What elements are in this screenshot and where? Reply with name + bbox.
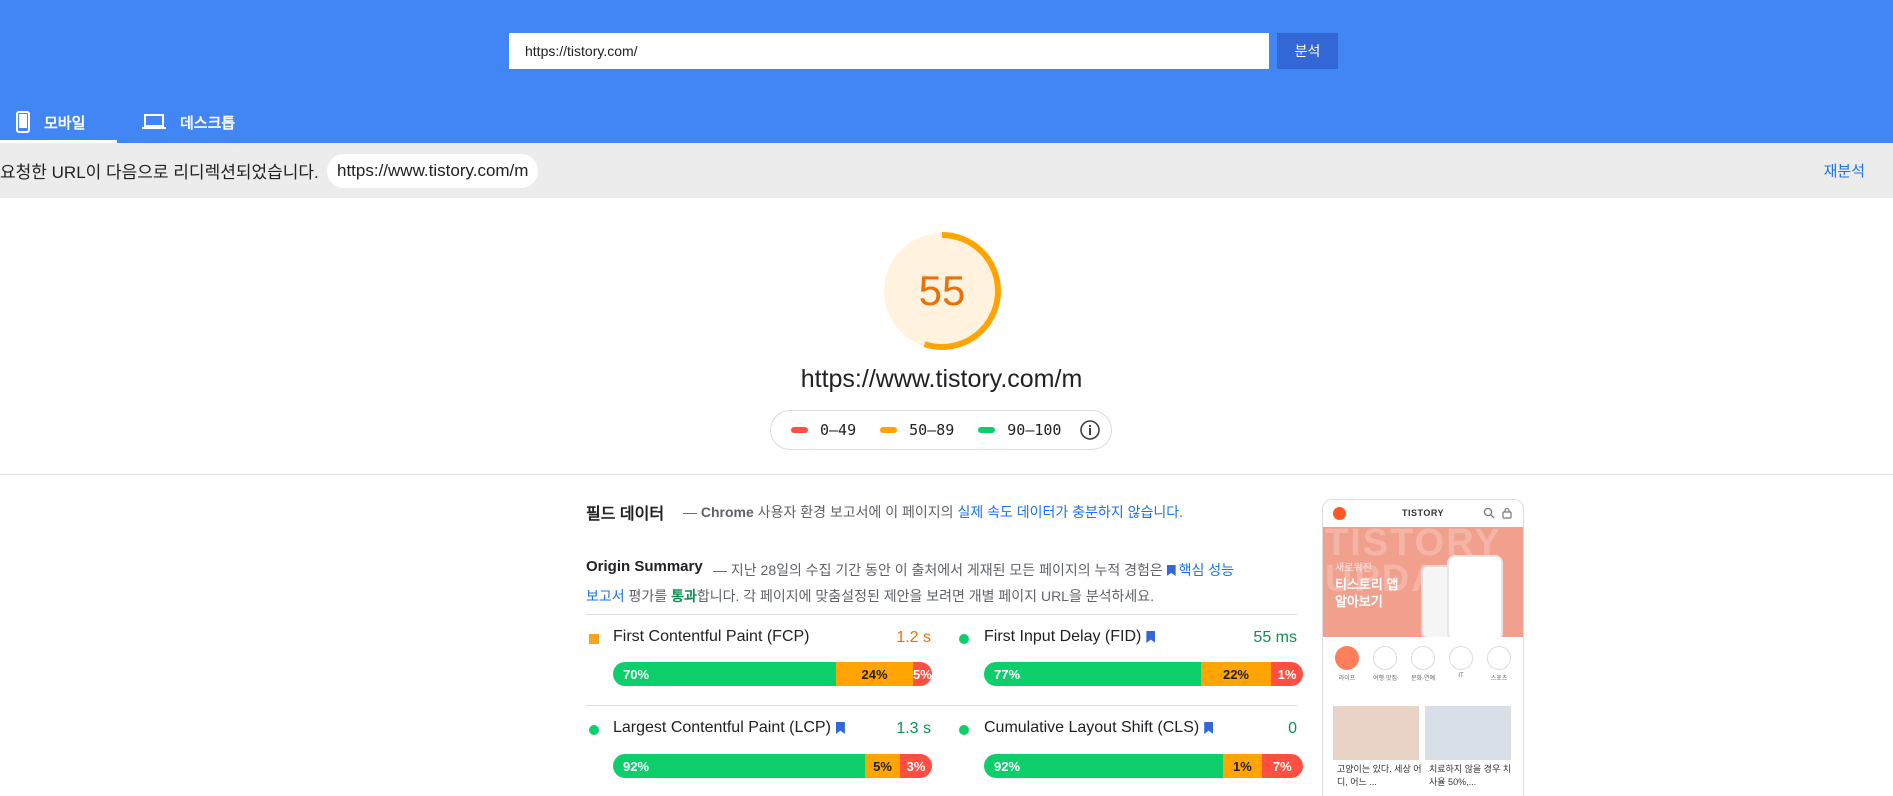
laptop-icon: [142, 114, 166, 130]
analyzed-url: https://www.tistory.com/m: [800, 365, 1083, 393]
reanalyze-link[interactable]: 재분석: [1824, 143, 1865, 198]
tab-mobile[interactable]: 모바일: [16, 104, 116, 140]
metric-fcp-name[interactable]: First Contentful Paint (FCP): [613, 628, 810, 646]
fcp-poor-segment: 5%: [912, 662, 932, 686]
lcp-poor-segment: 3%: [900, 754, 932, 778]
top-bar: [0, 0, 1893, 143]
legend-item-poor: 0–49: [791, 421, 856, 439]
redirect-message: 요청한 URL이 다음으로 리디렉션되었습니다.: [0, 163, 319, 182]
lcp-good-segment: 92%: [613, 754, 865, 778]
section-divider: [0, 474, 1893, 475]
fcp-average-segment: 24%: [836, 662, 913, 686]
page-screenshot: TISTORY TISTORY UPDATE 새로워진 티스토리 앱 알아보기 …: [1322, 499, 1524, 796]
metric-lcp-value: 1.3 s: [896, 720, 931, 737]
legend-swatch-good: [978, 427, 996, 433]
lock-icon: [1501, 506, 1513, 524]
metric-fcp-distribution: 70% 24% 5%: [613, 662, 932, 686]
metric-fid-status-icon: [959, 634, 969, 644]
metric-lcp-status-icon: [589, 725, 599, 735]
article-caption: 치료하지 않을 경우 치사율 50%,...: [1429, 764, 1512, 787]
legend-swatch-average: [880, 427, 898, 433]
info-icon[interactable]: [1079, 419, 1101, 441]
article-thumbnail: [1333, 706, 1419, 760]
metric-fid-value: 55 ms: [1253, 629, 1297, 646]
metric-lcp-name[interactable]: Largest Contentful Paint (LCP): [613, 719, 845, 737]
smartphone-icon: [16, 111, 30, 133]
legend-swatch-poor: [791, 427, 808, 433]
bookmark-icon: [1146, 631, 1156, 643]
field-data-description: — Chrome 사용자 환경 보고서에 이 페이지의 실제 속도 데이터가 충…: [683, 504, 1183, 520]
analyze-button[interactable]: 분석: [1277, 33, 1338, 69]
screenshot-categories: 라이프 여행·맛집 문화·연예 IT 스포츠: [1323, 646, 1523, 692]
score-legend: 0–49 50–89 90–100: [770, 410, 1112, 450]
metric-fcp-value: 1.2 s: [896, 629, 931, 646]
metric-cls-status-icon: [959, 725, 969, 735]
field-data-title: 필드 데이터: [586, 506, 665, 523]
category-item: 여행·맛집: [1371, 646, 1399, 682]
tab-mobile-label: 모바일: [44, 114, 86, 132]
redirect-url: https://www.tistory.com/m: [327, 154, 539, 188]
screenshot-header: TISTORY: [1323, 500, 1523, 526]
search-icon: [1483, 506, 1495, 524]
category-item: 라이프: [1333, 646, 1361, 682]
metric-cls-value: 0: [1288, 720, 1297, 737]
fid-good-segment: 77%: [984, 662, 1201, 686]
origin-summary-title: Origin Summary: [586, 558, 703, 575]
article-thumbnail: [1425, 706, 1511, 760]
cls-average-segment: 1%: [1223, 754, 1262, 778]
tab-desktop[interactable]: 데스크톱: [142, 104, 262, 140]
screenshot-banner: TISTORY UPDATE 새로워진 티스토리 앱 알아보기: [1323, 527, 1523, 637]
cls-poor-segment: 7%: [1261, 754, 1303, 778]
fid-poor-segment: 1%: [1271, 662, 1303, 686]
tab-desktop-label: 데스크톱: [180, 114, 236, 132]
category-item: 스포츠: [1485, 646, 1513, 682]
metric-cls-name[interactable]: Cumulative Layout Shift (CLS): [984, 719, 1214, 737]
metric-fid-name[interactable]: First Input Delay (FID): [984, 628, 1156, 646]
banner-phone-image: [1447, 555, 1503, 637]
fid-average-segment: 22%: [1200, 662, 1272, 686]
metric-cls-distribution: 92% 1% 7%: [984, 754, 1303, 778]
redirect-notice: 요청한 URL이 다음으로 리디렉션되었습니다. https://www.tis…: [0, 143, 1893, 198]
metrics-mid-rule: [586, 705, 1298, 706]
lcp-average-segment: 5%: [865, 754, 901, 778]
legend-item-average: 50–89: [880, 421, 954, 439]
banner-small-text: 새로워진: [1335, 563, 1372, 574]
article-caption: 고양이는 있다. 세상 어디, 어느 ...: [1337, 764, 1422, 787]
performance-score: 55: [918, 267, 966, 314]
legend-item-good: 90–100: [978, 421, 1061, 439]
fcp-good-segment: 70%: [613, 662, 837, 686]
url-input[interactable]: [509, 33, 1269, 69]
metrics-top-rule: [586, 614, 1298, 615]
category-item: IT: [1447, 646, 1475, 679]
category-item: 문화·연예: [1409, 646, 1437, 682]
metric-fcp-status-icon: [589, 634, 599, 644]
metric-lcp-distribution: 92% 5% 3%: [613, 754, 932, 778]
banner-title-line2: 알아보기: [1335, 594, 1383, 609]
crux-link[interactable]: 실제 속도 데이터가 충분하지 않습니다: [957, 504, 1179, 520]
cls-good-segment: 92%: [984, 754, 1224, 778]
metric-fid-distribution: 77% 22% 1%: [984, 662, 1303, 686]
bookmark-icon: [1166, 565, 1176, 576]
